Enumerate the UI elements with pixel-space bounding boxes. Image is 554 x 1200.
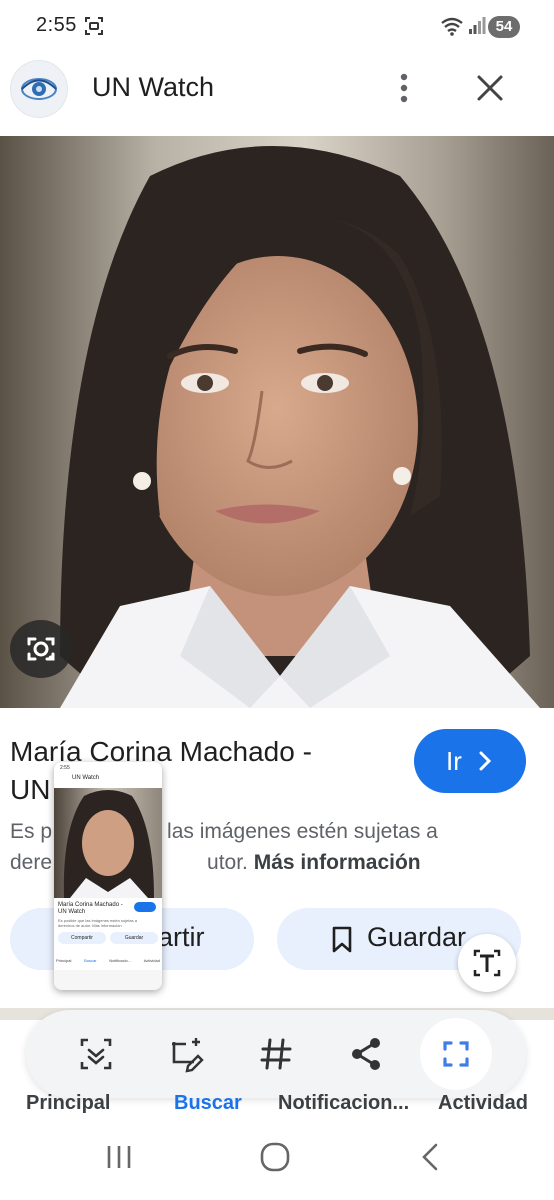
battery-indicator: 54 xyxy=(488,16,520,38)
app-header xyxy=(0,56,554,136)
thumb-image xyxy=(54,788,162,898)
go-to-site-button[interactable] xyxy=(414,729,526,793)
notice-middle: las imágenes estén sujetas a xyxy=(167,820,438,843)
back-icon[interactable] xyxy=(418,1142,442,1172)
thumb-time: 2:55 xyxy=(60,765,70,771)
thumb-portrait-icon xyxy=(63,790,155,898)
text-select-button[interactable] xyxy=(458,934,516,992)
close-icon[interactable] xyxy=(472,70,508,106)
chevron-right-icon xyxy=(479,751,492,771)
nav-actividad[interactable]: Actividad xyxy=(438,1092,528,1115)
nav-buscar[interactable]: Buscar xyxy=(174,1092,242,1115)
un-watch-logo-icon xyxy=(21,78,57,100)
share-button-label: artir xyxy=(158,922,205,952)
screenshot-thumbnail[interactable]: 2:55 UN Watch María Corina Machado - UN … xyxy=(54,762,162,990)
scroll-capture-icon[interactable] xyxy=(72,1030,120,1078)
thumb-system-nav xyxy=(54,970,162,990)
nav-principal[interactable]: Principal xyxy=(26,1092,110,1115)
portrait-illustration xyxy=(60,146,540,708)
google-lens-button[interactable] xyxy=(10,620,72,678)
thumb-share: Compartir xyxy=(58,932,106,944)
site-logo[interactable] xyxy=(10,60,68,118)
notice-line2-mid: utor. xyxy=(207,851,248,874)
thumb-result-title: María Corina Machado - UN Watch xyxy=(58,902,123,915)
bookmark-icon xyxy=(332,926,352,953)
thumb-nav: Principal Buscar Notificacio... Activida… xyxy=(56,958,160,963)
page-title: UN Watch xyxy=(92,72,215,102)
hashtag-icon[interactable] xyxy=(252,1030,300,1078)
thumb-save: Guardar xyxy=(110,932,158,944)
signal-icon xyxy=(469,17,486,34)
thumb-nav-buscar: Buscar xyxy=(84,958,97,963)
wifi-icon xyxy=(441,17,463,36)
smart-select-button[interactable] xyxy=(420,1018,492,1090)
thumb-notice: Es posible que las imágenes estén sujeta… xyxy=(58,918,137,928)
result-image[interactable] xyxy=(0,136,554,708)
home-icon[interactable] xyxy=(258,1140,292,1174)
recent-apps-icon[interactable] xyxy=(104,1142,134,1172)
notice-start: Es p xyxy=(10,820,53,843)
more-info-link[interactable]: Más información xyxy=(254,851,421,874)
thumb-nav-notificaciones: Notificacio... xyxy=(109,958,132,963)
go-button-label: Ir xyxy=(446,746,462,776)
nav-notificaciones[interactable]: Notificacion... xyxy=(278,1092,409,1115)
screenshot-icon xyxy=(85,17,103,35)
thumb-nav-actividad: Actividad xyxy=(143,958,160,963)
thumb-go-button xyxy=(134,902,156,912)
text-recognition-icon xyxy=(473,949,501,977)
draw-crop-icon[interactable] xyxy=(160,1030,208,1078)
smart-select-icon xyxy=(443,1041,469,1067)
status-time: 2:55 xyxy=(36,14,77,36)
lens-icon xyxy=(27,637,55,661)
notice-line2-start: dere xyxy=(10,851,53,874)
thumb-title: UN Watch xyxy=(72,775,100,781)
more-options-icon[interactable] xyxy=(392,70,416,106)
share-icon[interactable] xyxy=(342,1030,390,1078)
thumb-nav-principal: Principal xyxy=(56,958,72,963)
